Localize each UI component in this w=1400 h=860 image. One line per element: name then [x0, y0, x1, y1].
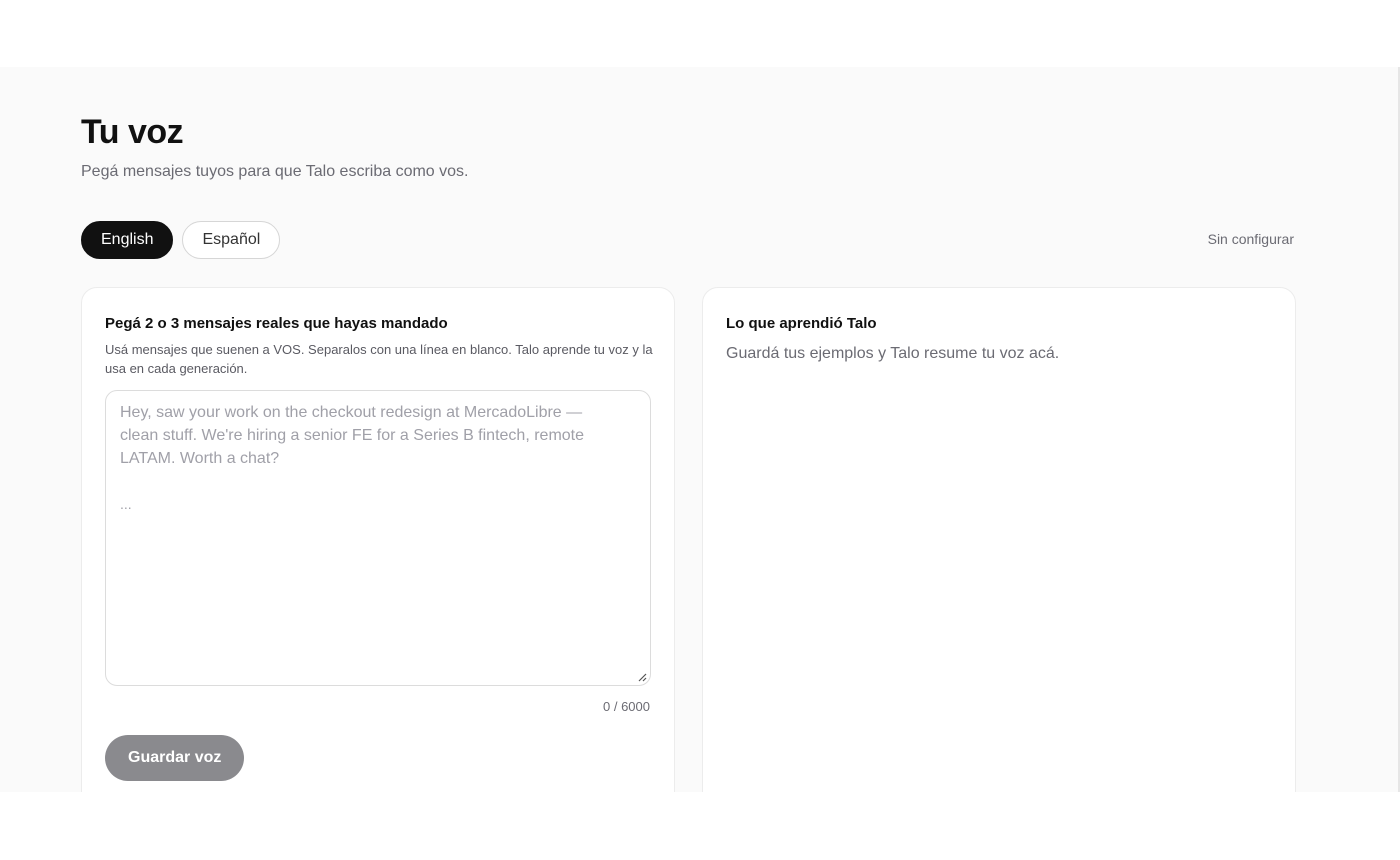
learned-empty-text: Guardá tus ejemplos y Talo resume tu voz…	[726, 345, 1060, 362]
language-tabs: English Español	[81, 221, 281, 259]
character-counter: 0 / 6000	[603, 699, 650, 714]
save-voice-button[interactable]: Guardar voz	[105, 735, 245, 781]
examples-card-description: Usá mensajes que suenen a VOS. Separalos…	[105, 342, 653, 376]
placeholder-line: LATAM. Worth a chat?	[120, 450, 280, 467]
learned-card-title: Lo que aprendió Talo	[726, 315, 877, 332]
resize-handle-icon[interactable]	[637, 672, 647, 682]
examples-card: Pegá 2 o 3 mensajes reales que hayas man…	[81, 287, 675, 792]
tab-english[interactable]: English	[81, 221, 174, 259]
status-label: Sin configurar	[1207, 231, 1294, 247]
main-content: Tu voz Pegá mensajes tuyos para que Talo…	[0, 67, 1400, 792]
page-subtitle: Pegá mensajes tuyos para que Talo escrib…	[81, 163, 469, 180]
placeholder-line: clean stuff. We're hiring a senior FE fo…	[120, 427, 585, 444]
examples-textarea[interactable]: Hey, saw your work on the checkout redes…	[105, 390, 651, 686]
placeholder-line: Hey, saw your work on the checkout redes…	[120, 404, 583, 421]
tab-espanol[interactable]: Español	[182, 221, 281, 259]
placeholder-ellipsis: ...	[120, 496, 132, 512]
examples-card-title: Pegá 2 o 3 mensajes reales que hayas man…	[105, 315, 448, 332]
learned-card: Lo que aprendió Talo Guardá tus ejemplos…	[702, 287, 1296, 792]
page-title: Tu voz	[81, 113, 184, 151]
textarea-placeholder: Hey, saw your work on the checkout redes…	[120, 401, 636, 516]
